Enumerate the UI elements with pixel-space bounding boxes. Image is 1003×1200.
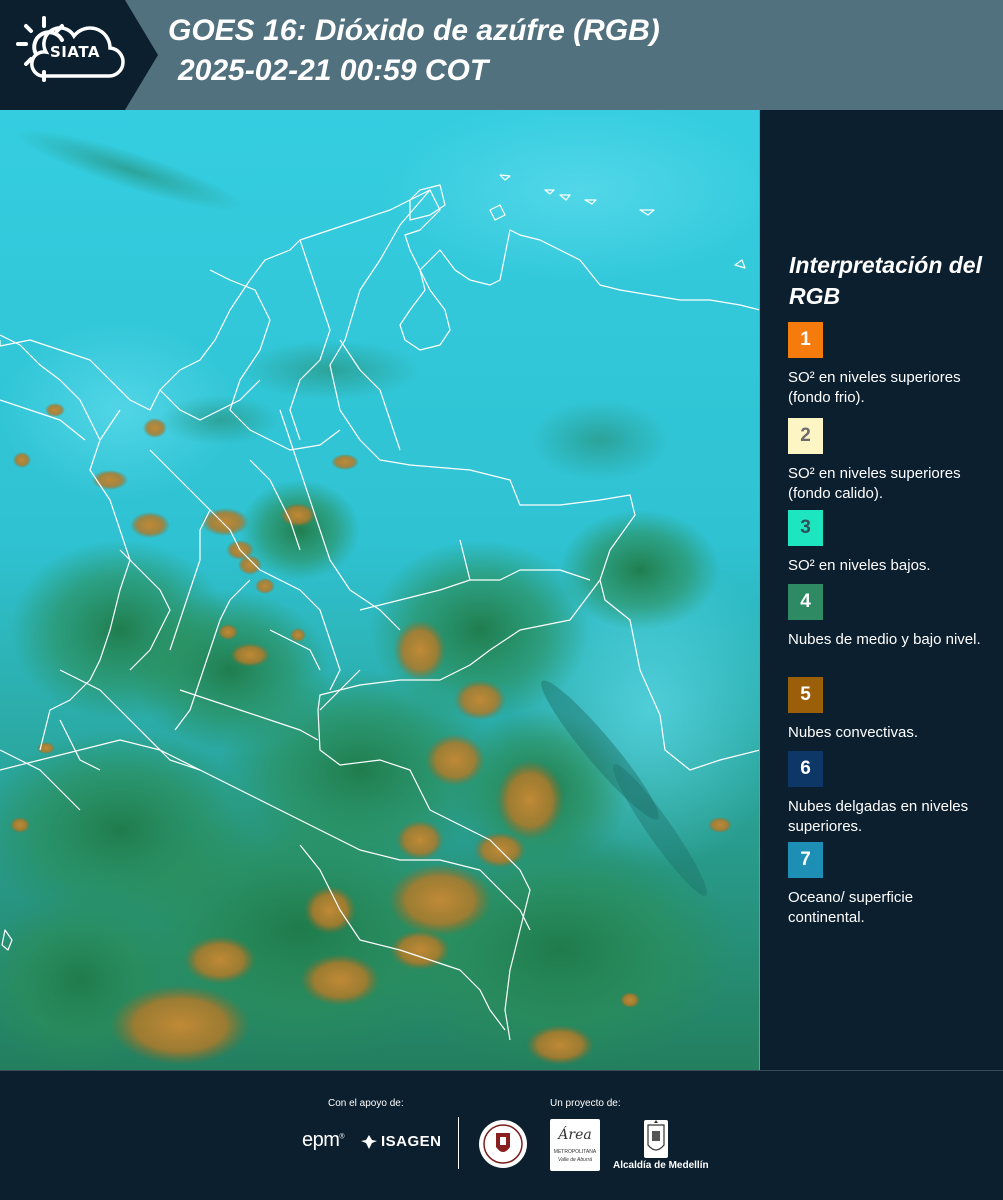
footer: Con el apoyo de: Un proyecto de: epm® IS… xyxy=(0,1070,1003,1200)
area-logo-sub: METROPOLITANA xyxy=(553,1149,597,1155)
university-seal-icon xyxy=(479,1120,527,1168)
page-title: GOES 16: Dióxido de azúfre (RGB) xyxy=(168,14,660,47)
support-label: Con el apoyo de: xyxy=(328,1098,404,1109)
legend-swatch-6: 6 xyxy=(788,751,823,787)
satellite-map xyxy=(0,110,760,1070)
legend-description-3: SO² en niveles bajos. xyxy=(788,557,931,574)
legend-title: Interpretación del RGB xyxy=(789,252,982,309)
legend-swatch-2: 2 xyxy=(788,418,823,454)
legend-panel: Interpretación del RGB 1 SO² en niveles … xyxy=(760,110,1003,1070)
legend-description-1: SO² en niveles superiores (fondo frio). xyxy=(788,369,961,406)
timestamp: 2025-02-21 00:59 COT xyxy=(178,54,489,87)
siata-logo-text: SIATA xyxy=(50,43,101,61)
legend-description-2: SO² en niveles superiores (fondo calido)… xyxy=(788,465,961,502)
legend-swatch-1: 1 xyxy=(788,322,823,358)
legend-item-6: 6 Nubes delgadas en niveles superiores. xyxy=(788,751,988,837)
legend-description-5: Nubes convectivas. xyxy=(788,724,919,741)
legend-description-6: Nubes delgadas en niveles superiores. xyxy=(788,798,969,835)
legend-item-4: 4 Nubes de medio y bajo nivel. xyxy=(788,584,988,650)
legend-description-7: Oceano/ superficie continental. xyxy=(788,889,914,926)
legend-item-1: 1 SO² en niveles superiores (fondo frio)… xyxy=(788,322,988,408)
legend-description-4: Nubes de medio y bajo nivel. xyxy=(788,631,981,648)
legend-swatch-4: 4 xyxy=(788,584,823,620)
legend-item-5: 5 Nubes convectivas. xyxy=(788,677,988,743)
header-bar: SIATA GOES 16: Dióxido de azúfre (RGB) 2… xyxy=(0,0,1003,110)
legend-item-7: 7 Oceano/ superficie continental. xyxy=(788,842,988,928)
medellin-label: Alcaldía de Medellín xyxy=(613,1160,709,1171)
legend-swatch-7: 7 xyxy=(788,842,823,878)
satellite-image xyxy=(0,110,759,1070)
area-metropolitana-logo: Área METROPOLITANA Valle de Aburrá xyxy=(550,1119,600,1171)
footer-divider xyxy=(458,1117,459,1169)
legend-item-2: 2 SO² en niveles superiores (fondo calid… xyxy=(788,418,988,504)
isagen-logo-text: ISAGEN xyxy=(381,1133,442,1150)
legend-swatch-5: 5 xyxy=(788,677,823,713)
area-logo-sub2: Valle de Aburrá xyxy=(557,1157,593,1163)
area-logo-main: Área xyxy=(558,1127,592,1143)
project-label: Un proyecto de: xyxy=(550,1098,621,1109)
logo-panel: SIATA xyxy=(0,0,158,110)
epm-logo-text: epm xyxy=(302,1129,340,1151)
epm-logo: epm® xyxy=(302,1129,345,1151)
medellin-shield-icon xyxy=(644,1120,668,1158)
isagen-mark-icon xyxy=(361,1134,377,1149)
legend-swatch-3: 3 xyxy=(788,510,823,546)
legend-item-3: 3 SO² en niveles bajos. xyxy=(788,510,988,576)
isagen-logo: ISAGEN xyxy=(360,1133,442,1150)
